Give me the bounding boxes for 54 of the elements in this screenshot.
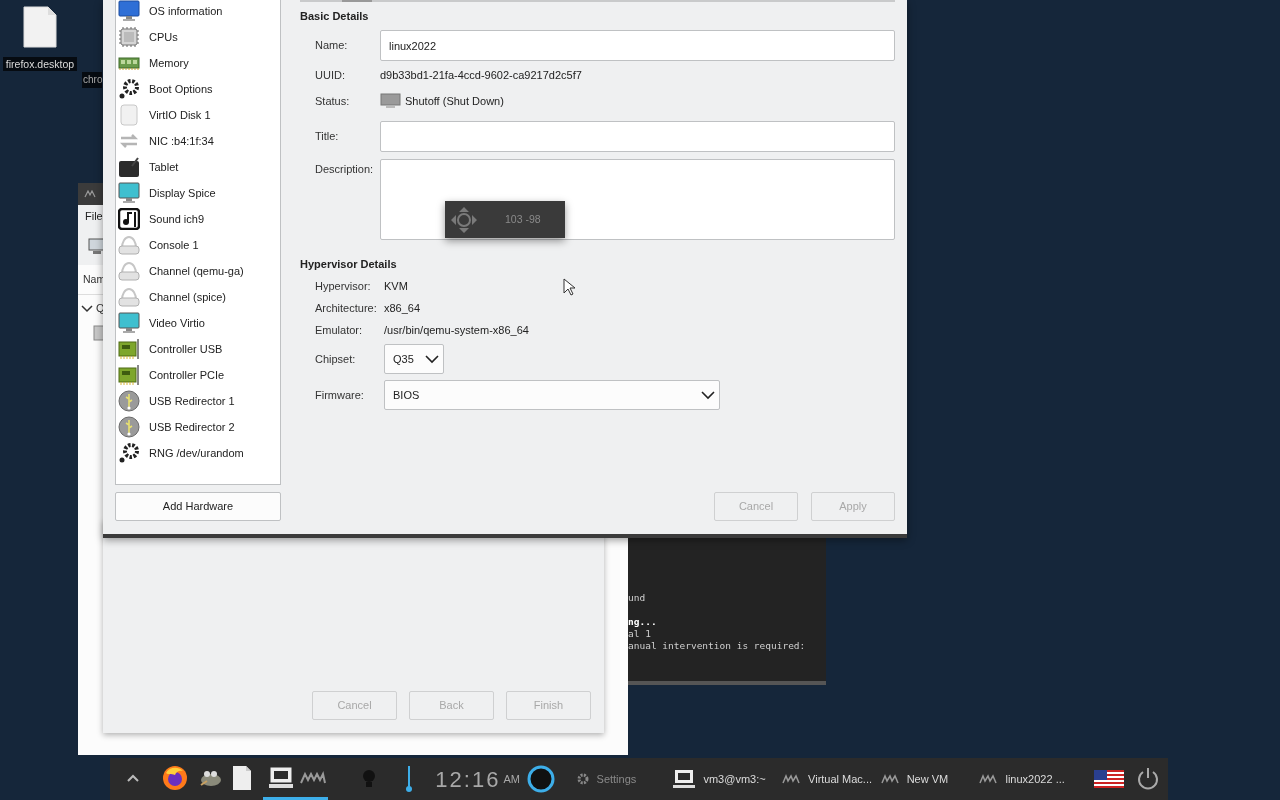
text-field[interactable]: linux2022 [380, 30, 895, 61]
field-value: /usr/bin/qemu-system-x86_64 [384, 322, 529, 338]
taskbar-item[interactable]: Settings [572, 758, 652, 800]
taskbar-item[interactable]: vm3@vm3:~ [669, 758, 769, 800]
list-item[interactable]: USB Redirector 1 [149, 392, 235, 410]
menu-item[interactable]: File [85, 207, 103, 225]
field-value: d9b33bd1-21fa-4ccd-9602-ca9217d2c5f7 [380, 67, 582, 83]
field-value: KVM [384, 278, 408, 294]
list-item[interactable]: RNG /dev/urandom [149, 444, 244, 462]
list-item[interactable]: Sound ich9 [149, 210, 205, 228]
clock-time: 12:16 [435, 765, 501, 794]
field-label: Firmware: [315, 387, 365, 403]
field-label: Architecture: [315, 300, 378, 316]
field-value: x86_64 [384, 300, 421, 316]
field-label: Emulator: [315, 322, 364, 338]
icon-label[interactable]: chro [82, 72, 103, 88]
terminal-line: al 1 [628, 628, 652, 640]
add-hardware-button[interactable]: Add Hardware [115, 492, 281, 521]
clock-period: AM [503, 771, 520, 787]
field-label: Chipset: [315, 351, 357, 367]
terminal-line: ng... [628, 616, 658, 628]
field-label: Status: [315, 93, 351, 109]
list-item[interactable]: Channel (spice) [149, 288, 227, 306]
icon-label[interactable]: firefox.desktop [2, 57, 78, 71]
taskbar-item[interactable]: Virtual Mac... [778, 758, 877, 800]
coordinates-text: 103 -98 [505, 211, 541, 227]
dropdown[interactable]: BIOS [384, 380, 720, 410]
list-item[interactable]: CPUs [149, 28, 178, 46]
list-item[interactable]: USB Redirector 2 [149, 418, 235, 436]
field-label: Name: [315, 38, 349, 54]
list-item[interactable]: Display Spice [149, 184, 216, 202]
list-item[interactable]: Controller USB [149, 340, 223, 358]
list-item[interactable]: OS information [149, 2, 223, 20]
list-item[interactable]: Console 1 [149, 236, 199, 254]
list-item[interactable]: VirtIO Disk 1 [149, 106, 211, 124]
terminal-line: anual intervention is required: [628, 640, 807, 652]
list-item[interactable]: Boot Options [149, 80, 213, 98]
field-label: Description: [315, 162, 375, 177]
section-heading: Hypervisor Details [300, 258, 398, 270]
taskbar-item[interactable]: linux2022 ... [975, 758, 1070, 800]
status-value: Shutoff (Shut Down) [405, 93, 504, 109]
list-item[interactable]: Memory [149, 54, 189, 72]
list-item[interactable]: Channel (qemu-ga) [149, 262, 244, 280]
taskbar-item[interactable]: New VM [876, 758, 961, 800]
list-item[interactable]: Video Virtio [149, 314, 205, 332]
section-heading: Basic Details [300, 10, 370, 22]
dropdown[interactable]: Q35 [384, 344, 444, 374]
field-label: Title: [315, 129, 340, 145]
field-label: UUID: [315, 67, 346, 83]
list-item[interactable]: Tablet [149, 158, 179, 176]
terminal-line: und [628, 592, 647, 604]
list-item[interactable]: NIC :b4:1f:34 [149, 132, 214, 150]
list-item[interactable]: Controller PCIe [149, 366, 225, 384]
field-label: Hypervisor: [315, 278, 372, 294]
